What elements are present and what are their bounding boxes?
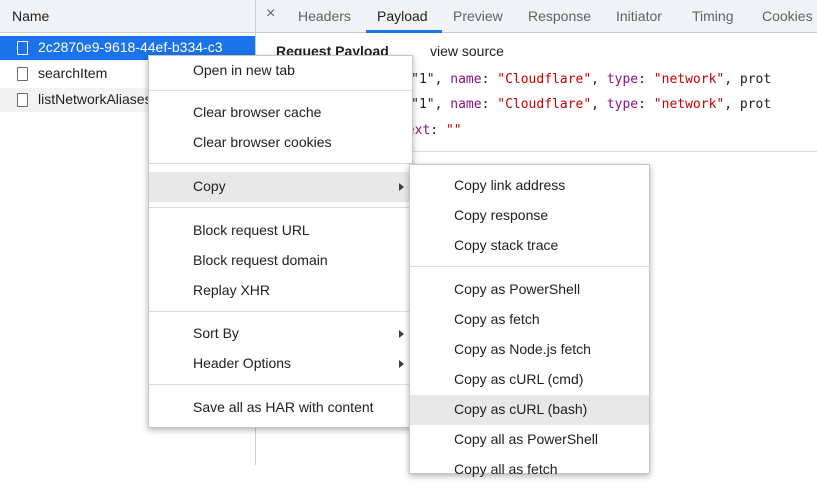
file-icon: [17, 93, 28, 107]
menu-item-label: Header Options: [193, 355, 292, 371]
menu-item-clear-cookies[interactable]: Clear browser cookies: [149, 128, 412, 158]
details-tab-bar: × Headers Payload Preview Response Initi…: [256, 0, 817, 33]
menu-item-label: Copy as PowerShell: [454, 281, 581, 297]
menu-item-copy-stack-trace[interactable]: Copy stack trace: [410, 231, 649, 261]
menu-separator: [149, 90, 412, 91]
menu-item-copy-as-fetch[interactable]: Copy as fetch: [410, 305, 649, 335]
menu-item-copy-as-powershell[interactable]: Copy as PowerShell: [410, 275, 649, 305]
menu-item-label: Sort By: [193, 325, 239, 341]
code-key: type: [606, 97, 639, 112]
menu-item-copy-as-curl-bash[interactable]: Copy as cURL (bash): [410, 395, 649, 425]
view-source-link[interactable]: view source: [430, 43, 504, 59]
menu-item-label: Save all as HAR with content: [193, 399, 374, 415]
code-key: name: [450, 97, 482, 112]
name-column-header[interactable]: Name: [0, 0, 255, 33]
menu-item-copy-all-as-powershell[interactable]: Copy all as PowerShell: [410, 425, 649, 455]
code-suffix: , prot: [724, 72, 772, 87]
menu-item-label: Copy as cURL (cmd): [454, 371, 584, 387]
request-name: searchItem: [38, 65, 108, 81]
tab-preview[interactable]: Preview: [453, 8, 503, 24]
menu-item-copy-all-as-fetch[interactable]: Copy all as fetch: [410, 455, 649, 485]
menu-item-header-options[interactable]: Header Options: [149, 349, 412, 379]
menu-item-label: Clear browser cache: [193, 104, 322, 120]
menu-separator: [149, 384, 412, 385]
code-value: "": [445, 123, 462, 138]
menu-item-label: Copy: [193, 178, 226, 194]
menu-item-open-new-tab[interactable]: Open in new tab: [149, 56, 412, 86]
request-name: listNetworkAliases: [38, 91, 152, 107]
name-column-label: Name: [12, 8, 50, 24]
close-icon[interactable]: ×: [266, 5, 275, 23]
menu-separator: [410, 266, 649, 267]
menu-item-label: Replay XHR: [193, 282, 271, 298]
tab-cookies[interactable]: Cookies: [762, 8, 813, 24]
menu-item-save-har[interactable]: Save all as HAR with content: [149, 393, 412, 423]
tab-initiator[interactable]: Initiator: [616, 8, 662, 24]
code-value: "Cloudflare": [497, 72, 592, 87]
code-suffix: , prot: [724, 97, 772, 112]
menu-item-sort-by[interactable]: Sort By: [149, 319, 412, 349]
request-name: 2c2870e9-9618-44ef-b334-c3: [38, 39, 223, 55]
code-value: "network": [653, 72, 725, 87]
menu-item-label: Copy response: [454, 207, 549, 223]
menu-item-copy-response[interactable]: Copy response: [410, 201, 649, 231]
menu-item-label: Copy all as fetch: [454, 461, 558, 477]
code-value: "network": [653, 97, 725, 112]
menu-item-label: Copy as cURL (bash): [454, 401, 588, 417]
tab-response[interactable]: Response: [528, 8, 591, 24]
menu-item-block-url[interactable]: Block request URL: [149, 216, 412, 246]
menu-item-label: Copy as fetch: [454, 311, 540, 327]
tab-headers[interactable]: Headers: [298, 8, 351, 24]
payload-line: {id: "1", name: "Cloudflare", type: "net…: [372, 72, 771, 87]
submenu-arrow-icon: [399, 183, 404, 191]
menu-item-label: Block request domain: [193, 252, 328, 268]
submenu-arrow-icon: [399, 330, 404, 338]
payload-line: {id: "1", name: "Cloudflare", type: "net…: [372, 97, 771, 112]
menu-item-copy[interactable]: Copy: [149, 172, 412, 202]
tab-timing[interactable]: Timing: [692, 8, 734, 24]
menu-item-label: Open in new tab: [193, 62, 295, 78]
menu-item-replay-xhr[interactable]: Replay XHR: [149, 276, 412, 306]
submenu-arrow-icon: [399, 360, 404, 368]
tab-payload[interactable]: Payload: [377, 8, 428, 24]
code-value: "Cloudflare": [497, 97, 592, 112]
menu-item-copy-as-curl-cmd[interactable]: Copy as cURL (cmd): [410, 365, 649, 395]
context-menu: Open in new tab Clear browser cache Clea…: [148, 55, 413, 428]
menu-item-label: Copy stack trace: [454, 237, 559, 253]
file-icon: [17, 41, 28, 55]
menu-item-block-domain[interactable]: Block request domain: [149, 246, 412, 276]
menu-separator: [149, 207, 412, 208]
menu-item-copy-as-nodejs-fetch[interactable]: Copy as Node.js fetch: [410, 335, 649, 365]
menu-item-label: Copy link address: [454, 177, 566, 193]
menu-item-label: Copy as Node.js fetch: [454, 341, 591, 357]
code-key: type: [606, 72, 639, 87]
menu-separator: [149, 311, 412, 312]
menu-item-copy-link-address[interactable]: Copy link address: [410, 171, 649, 201]
code-key: name: [450, 72, 482, 87]
file-icon: [17, 67, 28, 81]
menu-item-label: Block request URL: [193, 222, 310, 238]
menu-item-label: Copy all as PowerShell: [454, 431, 598, 447]
menu-separator: [149, 163, 412, 164]
menu-item-clear-cache[interactable]: Clear browser cache: [149, 98, 412, 128]
menu-item-label: Clear browser cookies: [193, 134, 332, 150]
copy-submenu: Copy link address Copy response Copy sta…: [409, 164, 650, 477]
